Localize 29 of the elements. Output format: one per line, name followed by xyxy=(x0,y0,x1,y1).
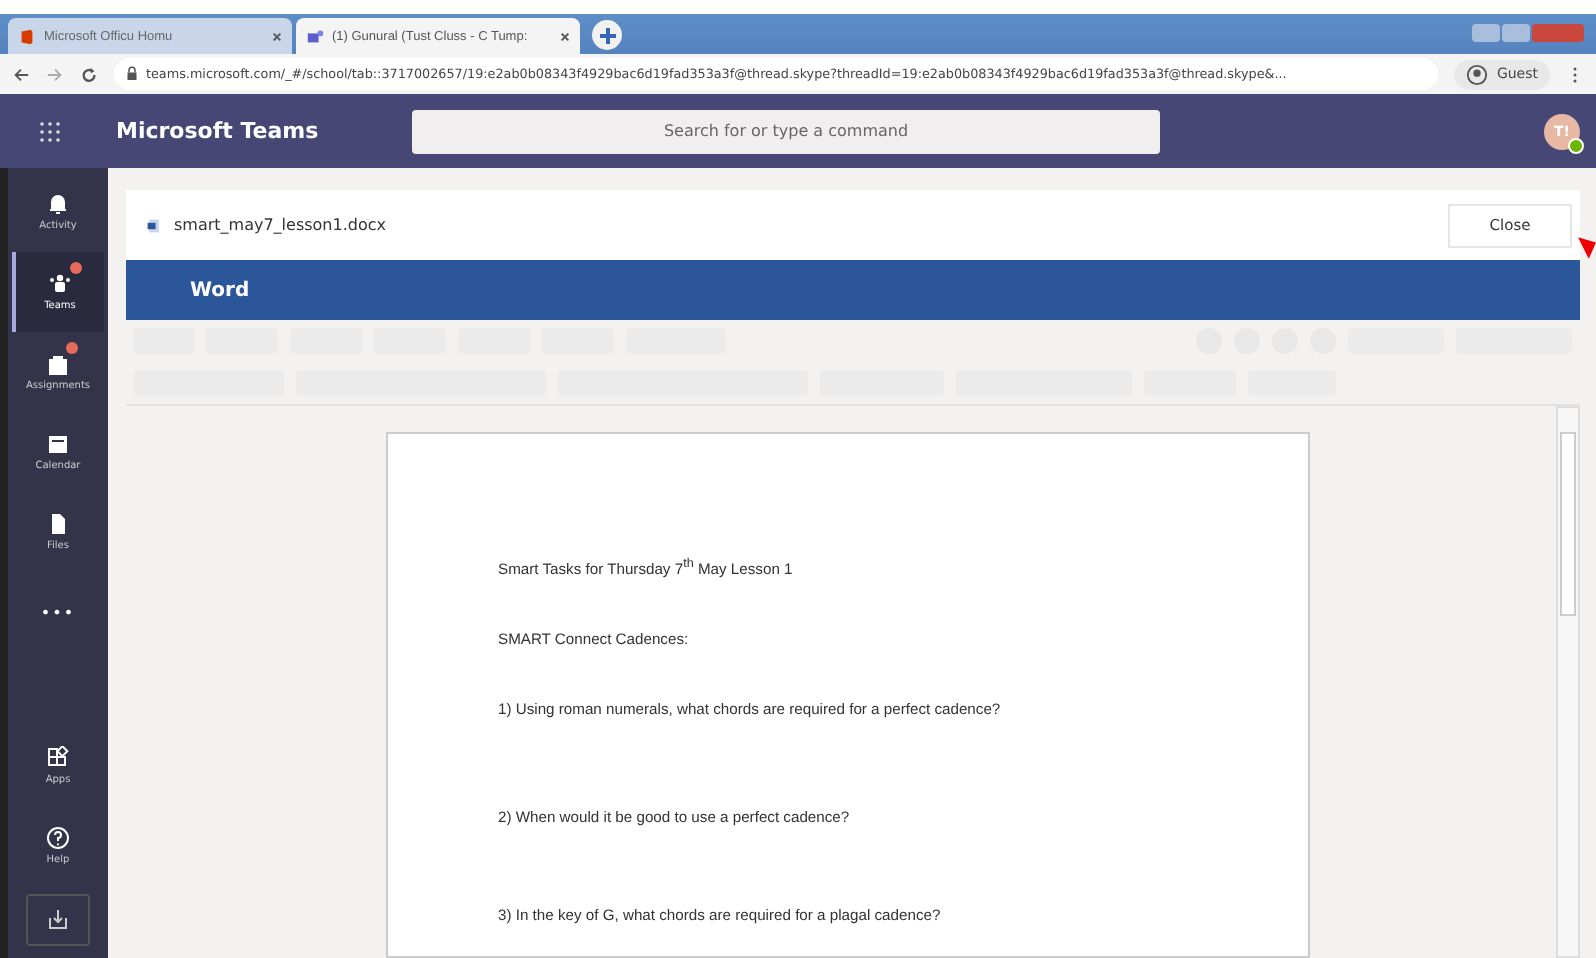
app-name: Word xyxy=(190,279,250,301)
teams-logo-icon xyxy=(306,27,324,45)
window-controls-icon[interactable] xyxy=(1472,24,1584,42)
close-icon[interactable] xyxy=(272,31,282,41)
office-logo-icon xyxy=(18,27,36,45)
teams-icon xyxy=(48,272,72,296)
file-icon xyxy=(46,512,70,536)
pointer-arrow-icon xyxy=(1578,236,1596,260)
back-icon[interactable] xyxy=(12,65,30,83)
file-name: smart_may7_lesson1.docx xyxy=(174,216,386,234)
person-icon xyxy=(1466,63,1489,85)
search-field[interactable]: Search for or type a command xyxy=(412,109,1160,153)
app-title: Microsoft Teams xyxy=(116,118,321,144)
app-launcher-icon[interactable] xyxy=(40,121,60,141)
scroll-bar[interactable] xyxy=(1556,406,1580,958)
calendar-icon xyxy=(46,432,70,456)
close-icon[interactable] xyxy=(560,31,570,41)
rail-item[interactable]: ••• xyxy=(12,572,104,652)
lock-icon xyxy=(126,66,138,82)
bell-icon xyxy=(46,192,70,216)
new-tab-button[interactable] xyxy=(592,20,622,50)
reload-icon[interactable] xyxy=(80,65,98,83)
bag-icon xyxy=(46,352,70,376)
plus-icon xyxy=(597,25,617,45)
word-file-icon xyxy=(146,217,162,233)
download-button[interactable] xyxy=(26,894,90,946)
help-icon xyxy=(46,826,70,850)
apps-icon xyxy=(46,746,70,770)
download-icon xyxy=(46,908,70,932)
